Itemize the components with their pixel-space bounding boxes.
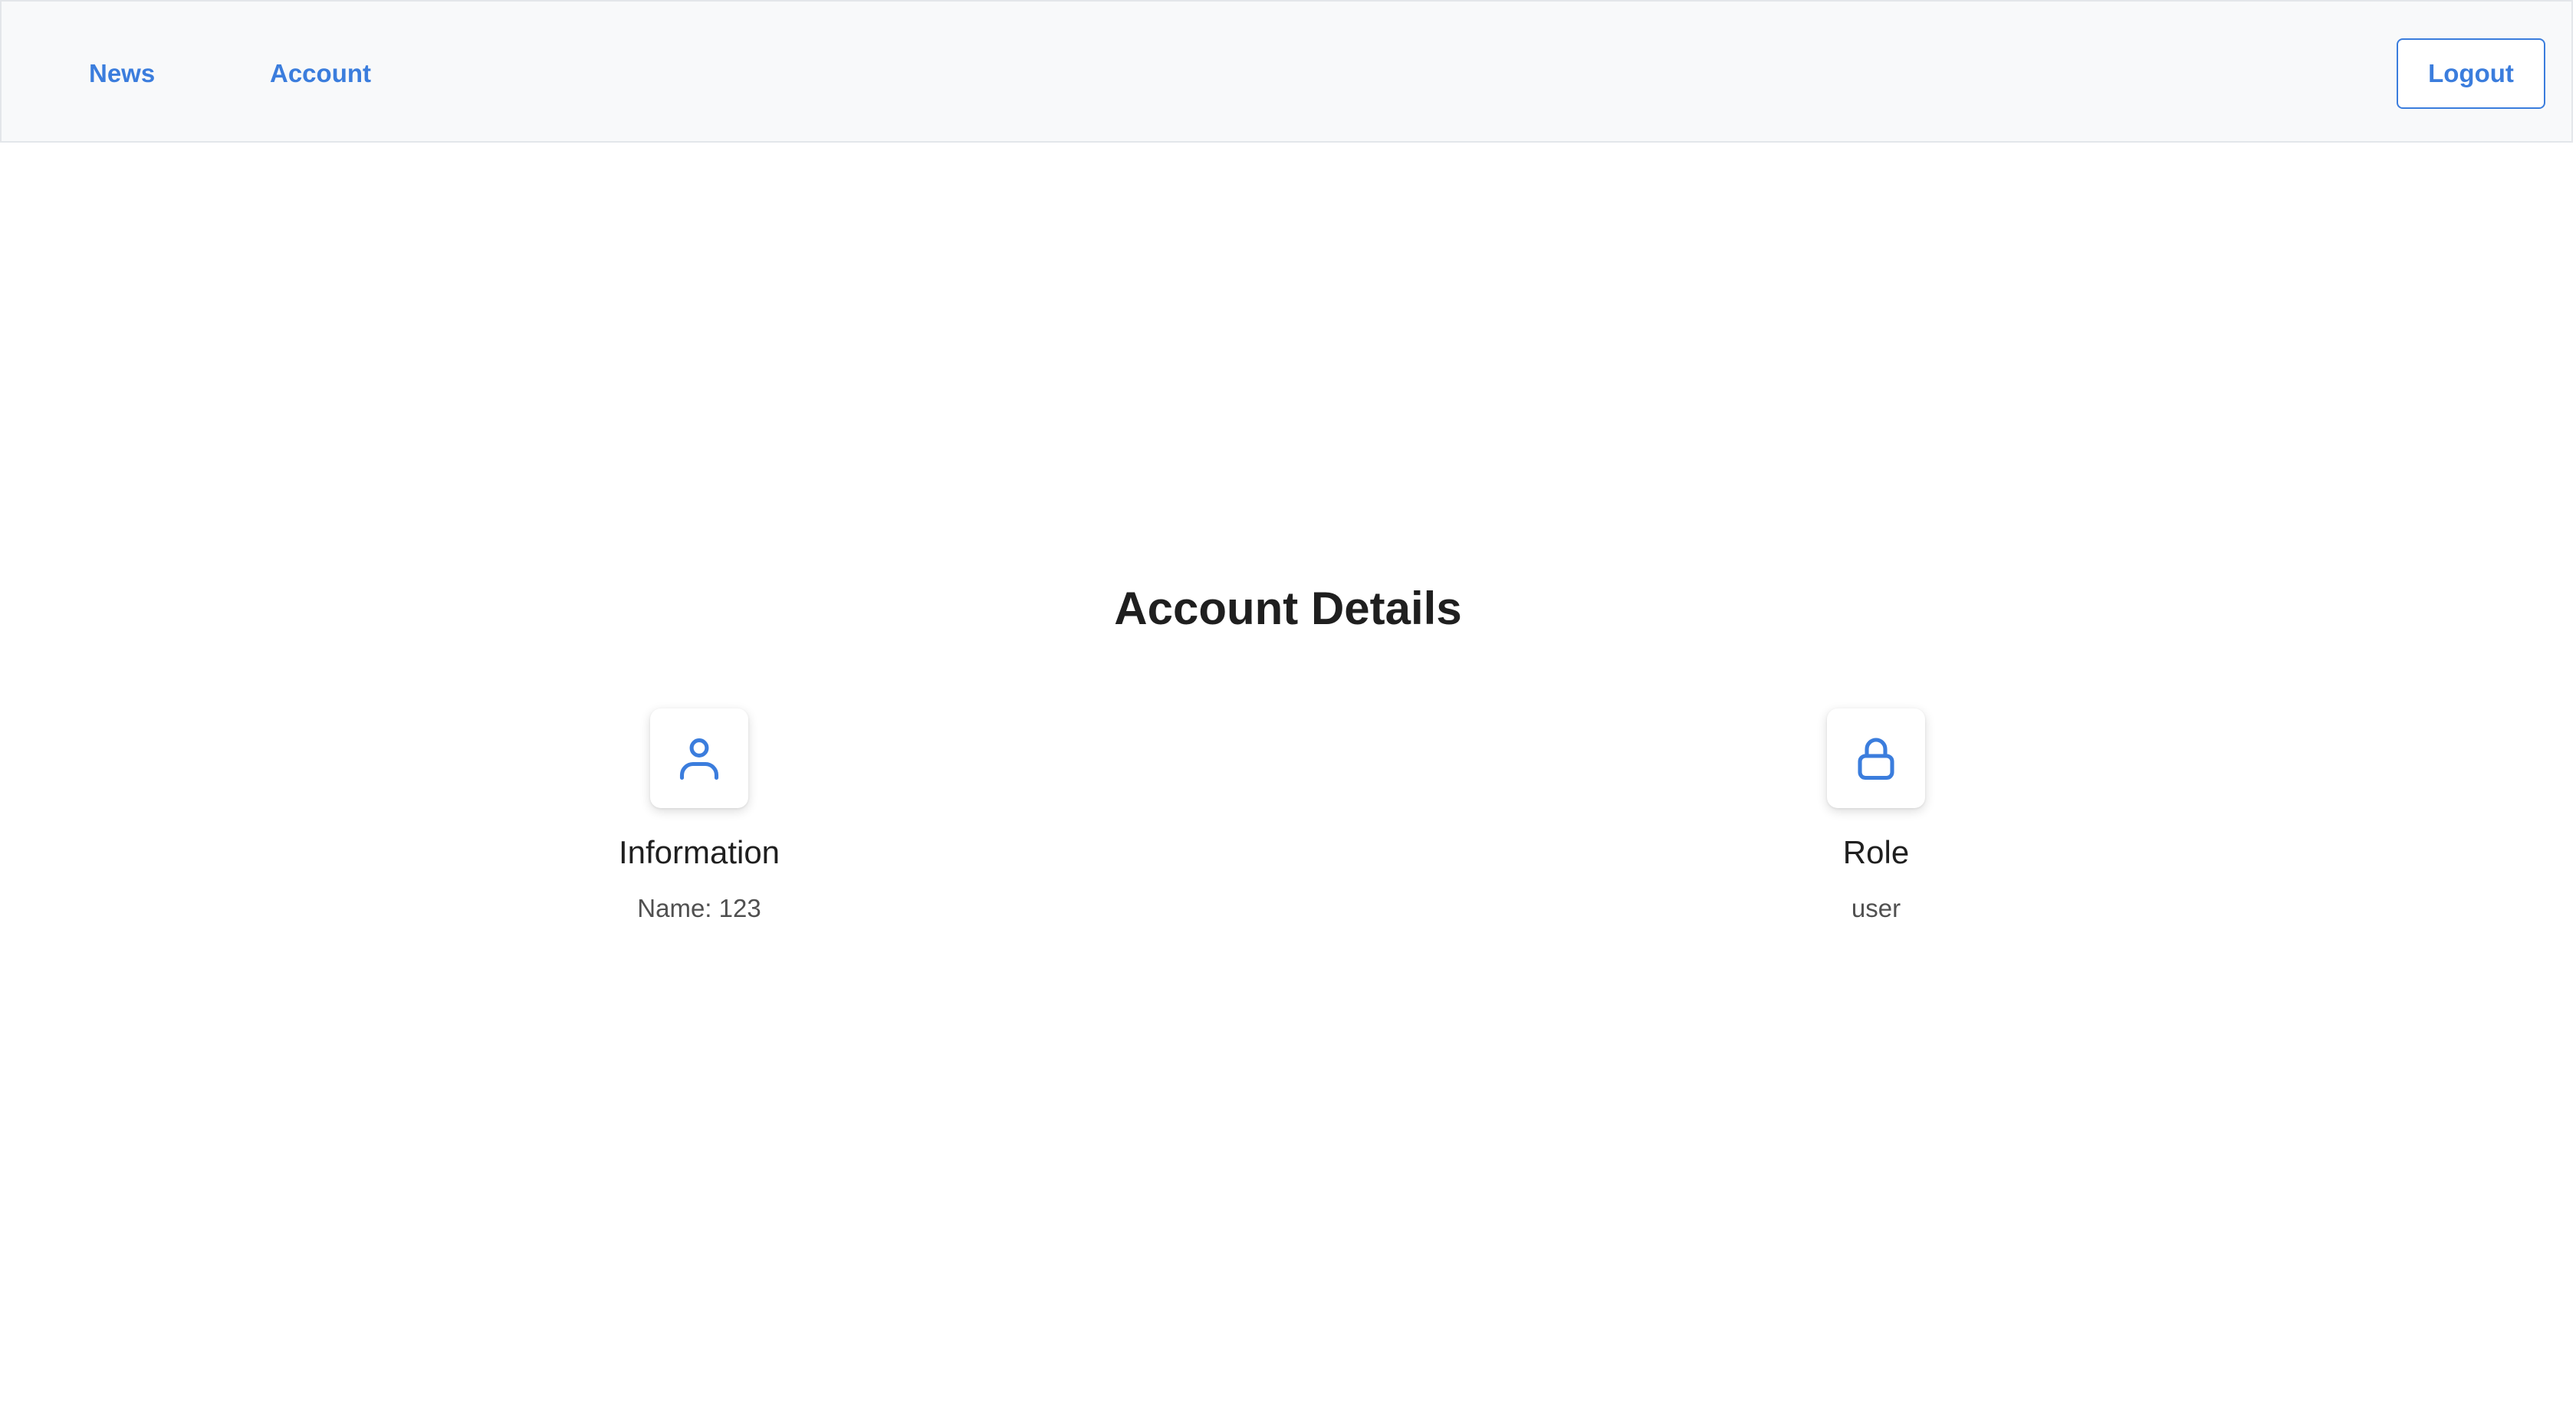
role-icon-box bbox=[1827, 708, 1925, 808]
user-icon bbox=[679, 738, 719, 781]
information-card: Information Name: 123 bbox=[508, 708, 891, 926]
role-card: Role user bbox=[1684, 708, 2068, 926]
top-navbar: News Account Logout bbox=[0, 0, 2573, 143]
nav-link-news[interactable]: News bbox=[89, 54, 155, 94]
information-card-title: Information bbox=[618, 834, 780, 870]
information-icon-box bbox=[650, 708, 748, 808]
page-title: Account Details bbox=[1114, 583, 1462, 634]
nav-link-account[interactable]: Account bbox=[270, 54, 371, 94]
role-card-title: Role bbox=[1842, 834, 1910, 870]
role-card-text: user bbox=[1851, 894, 1901, 922]
information-card-text: Name: 123 bbox=[637, 894, 761, 922]
lock-icon bbox=[1858, 738, 1894, 781]
logout-button[interactable]: Logout bbox=[2397, 38, 2545, 109]
